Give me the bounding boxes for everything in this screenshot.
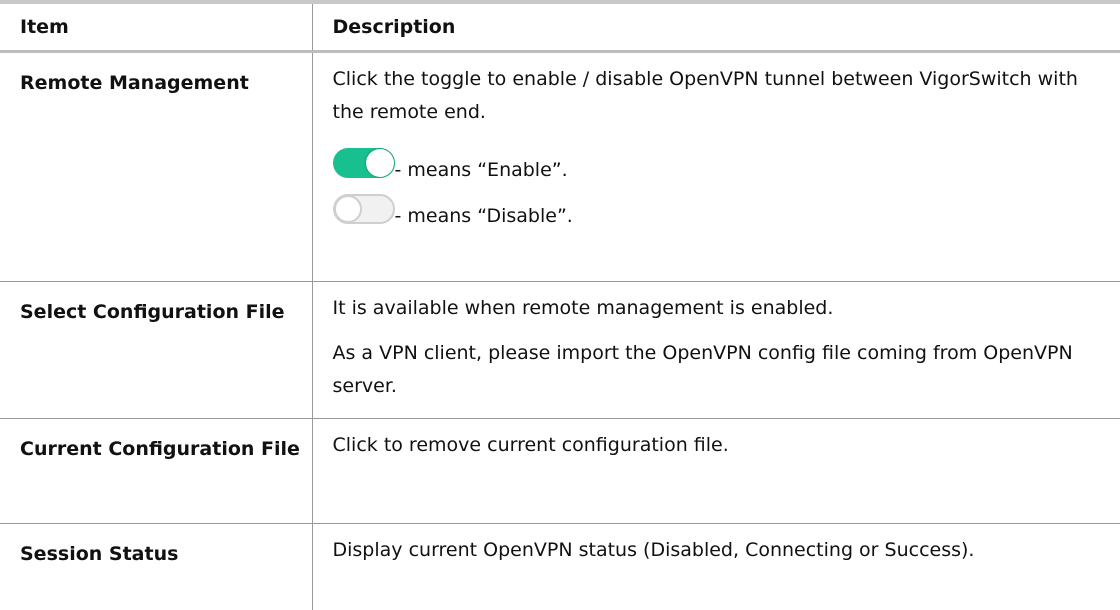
toggle-off-icon bbox=[333, 194, 395, 224]
toggle-disable-line: - means “Disable”. bbox=[333, 187, 1101, 231]
desc-text: As a VPN client, please import the OpenV… bbox=[333, 337, 1101, 403]
table-row: Session Status Display current OpenVPN s… bbox=[0, 524, 1120, 610]
table-row: Current Configuration File Click to remo… bbox=[0, 419, 1120, 524]
table-row: Select Configuration File It is availabl… bbox=[0, 282, 1120, 419]
desc-text: Click the toggle to enable / disable Ope… bbox=[333, 63, 1101, 129]
table-header-row: Item Description bbox=[0, 2, 1120, 52]
desc-text: It is available when remote management i… bbox=[333, 292, 1101, 325]
header-item: Item bbox=[0, 2, 312, 52]
row-item-session-status: Session Status bbox=[0, 524, 312, 610]
toggle-on-icon bbox=[333, 148, 395, 178]
desc-text: Display current OpenVPN status (Disabled… bbox=[333, 534, 1101, 567]
header-description: Description bbox=[312, 2, 1120, 52]
row-item-select-configuration-file: Select Configuration File bbox=[0, 282, 312, 419]
row-item-remote-management: Remote Management bbox=[0, 52, 312, 282]
toggle-disable-text: - means “Disable”. bbox=[395, 200, 573, 233]
desc-text: Click to remove current configuration fi… bbox=[333, 429, 1101, 462]
toggle-enable-text: - means “Enable”. bbox=[395, 154, 568, 187]
toggle-enable-line: - means “Enable”. bbox=[333, 141, 1101, 185]
row-desc-session-status: Display current OpenVPN status (Disabled… bbox=[312, 524, 1120, 610]
row-item-current-configuration-file: Current Configuration File bbox=[0, 419, 312, 524]
row-desc-select-configuration-file: It is available when remote management i… bbox=[312, 282, 1120, 419]
parameter-table: Item Description Remote Management Click… bbox=[0, 0, 1120, 610]
row-desc-remote-management: Click the toggle to enable / disable Ope… bbox=[312, 52, 1120, 282]
table-row: Remote Management Click the toggle to en… bbox=[0, 52, 1120, 282]
row-desc-current-configuration-file: Click to remove current configuration fi… bbox=[312, 419, 1120, 524]
document-page: Item Description Remote Management Click… bbox=[0, 0, 1120, 572]
